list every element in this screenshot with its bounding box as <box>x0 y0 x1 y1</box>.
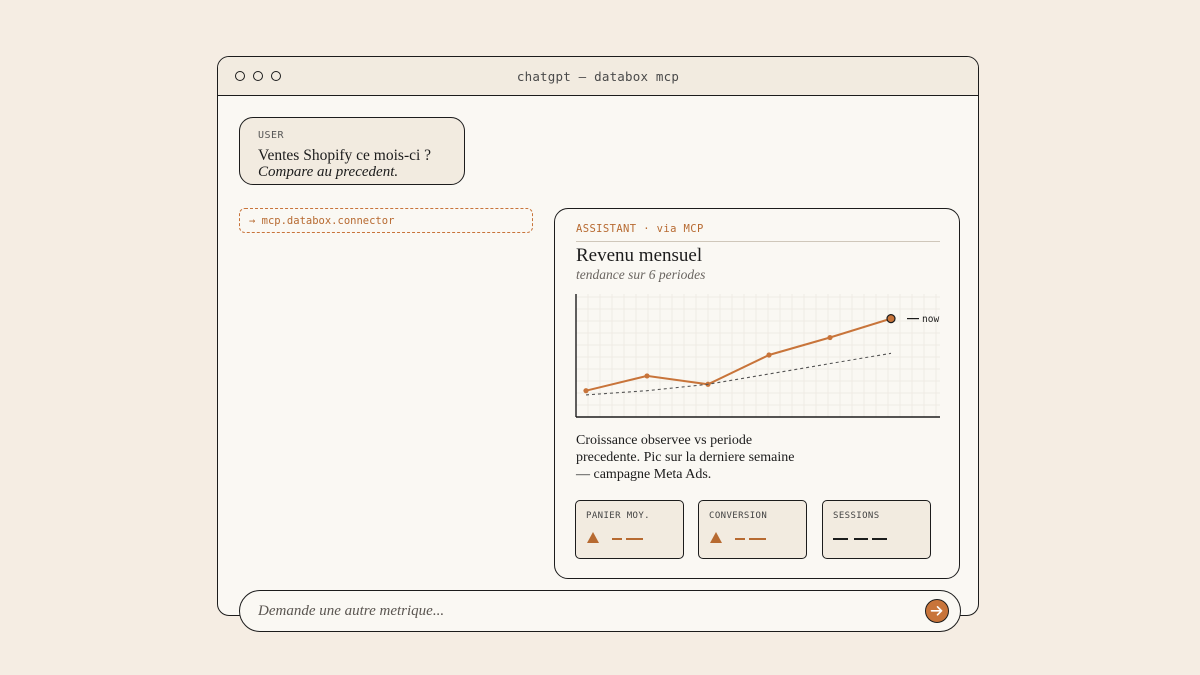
assistant-summary-text: Croissance observee vs periode precedent… <box>576 433 795 482</box>
kpi-value-placeholder <box>612 538 622 540</box>
send-button[interactable] <box>925 599 949 623</box>
kpi-card-conversion[interactable]: CONVERSION <box>698 500 807 559</box>
kpi-value-placeholder <box>735 538 745 540</box>
user-message-text: Ventes Shopify ce mois-ci ? <box>258 147 432 164</box>
kpi-value-placeholder <box>749 538 766 540</box>
chat-input-bar <box>239 590 961 632</box>
arrow-right-icon <box>930 606 943 616</box>
divider <box>576 241 940 242</box>
data-point <box>766 352 772 358</box>
chart-subtitle: tendance sur 6 periodes <box>576 267 706 282</box>
chat-input[interactable] <box>258 601 858 621</box>
annotation-label: now <box>922 314 939 325</box>
revenue-line-chart: now <box>575 294 940 418</box>
data-point-current <box>886 314 896 324</box>
kpi-card-panier[interactable]: PANIER MOY. <box>575 500 684 559</box>
user-tag: USER <box>258 130 285 141</box>
revenue-series-line <box>585 317 892 392</box>
kpi-card-sessions[interactable]: SESSIONS <box>822 500 931 559</box>
chart-title: Revenu mensuel <box>576 245 703 266</box>
window-title: chatgpt — databox mcp <box>516 69 680 84</box>
data-point <box>827 334 833 341</box>
data-point <box>644 373 650 379</box>
data-point <box>583 388 589 394</box>
kpi-label: SESSIONS <box>833 511 880 521</box>
mcp-connector-badge[interactable]: → mcp.databox.connector <box>239 208 533 233</box>
window-titlebar: chatgpt — databox mcp <box>218 57 978 96</box>
user-message-subtext: Compare au precedent. <box>258 164 399 180</box>
kpi-value-placeholder <box>626 538 643 540</box>
kpi-label: PANIER MOY. <box>586 511 651 521</box>
kpi-value-placeholder <box>833 538 848 540</box>
trend-up-icon <box>710 532 722 543</box>
kpi-value-placeholder <box>854 538 868 540</box>
kpi-value-placeholder <box>872 538 887 540</box>
baseline-series-line <box>585 352 892 396</box>
assistant-message-card: ASSISTANT · via MCP Revenu mensuel tenda… <box>554 208 960 579</box>
trend-up-icon <box>587 532 599 543</box>
assistant-tag: ASSISTANT · via MCP <box>576 223 704 235</box>
user-message-bubble: USER Ventes Shopify ce mois-ci ? Compare… <box>239 117 465 185</box>
kpi-label: CONVERSION <box>709 511 768 521</box>
